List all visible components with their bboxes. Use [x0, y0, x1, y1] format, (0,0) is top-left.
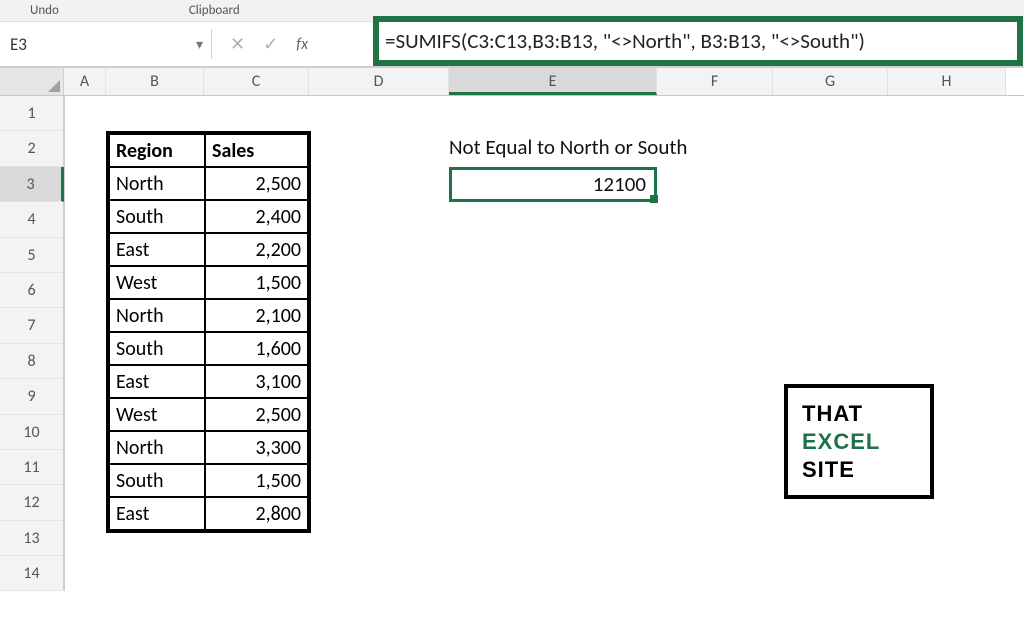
col-header-F[interactable]: F	[657, 68, 773, 95]
fx-icon[interactable]: fx	[296, 35, 308, 54]
table-row: East2,800	[109, 497, 308, 530]
enter-icon[interactable]: ✓	[263, 33, 278, 55]
col-header-G[interactable]: G	[773, 68, 888, 95]
col-header-D[interactable]: D	[309, 68, 449, 95]
table-cell-sales[interactable]: 3,100	[205, 365, 308, 398]
row-header-1[interactable]: 1	[0, 96, 64, 131]
table-cell-sales[interactable]: 2,200	[205, 233, 308, 266]
table-cell-region[interactable]: South	[109, 332, 205, 365]
formula-highlight-box: =SUMIFS(C3:C13,B3:B13, "<>North", B3:B13…	[373, 16, 1023, 66]
table-row: RegionSales	[109, 134, 308, 167]
table-cell-region[interactable]: North	[109, 299, 205, 332]
row-header-2[interactable]: 2	[0, 131, 64, 166]
select-all-corner[interactable]	[0, 68, 64, 95]
table-cell-sales[interactable]: 2,500	[205, 167, 308, 200]
table-cell-region[interactable]: South	[109, 200, 205, 233]
row-header-8[interactable]: 8	[0, 344, 64, 379]
data-table: RegionSalesNorth2,500South2,400East2,200…	[106, 131, 311, 533]
table-cell-region[interactable]: West	[109, 398, 205, 431]
table-row: West2,500	[109, 398, 308, 431]
chevron-down-icon[interactable]: ▾	[196, 36, 203, 53]
row-header-9[interactable]: 9	[0, 379, 64, 414]
table-row: East3,100	[109, 365, 308, 398]
grid-area: A B C D E F G H 1234567891011121314 Regi…	[0, 68, 1024, 591]
formula-bar-text[interactable]: =SUMIFS(C3:C13,B3:B13, "<>North", B3:B13…	[385, 28, 865, 54]
row-header-12[interactable]: 12	[0, 485, 64, 520]
table-cell-sales[interactable]: 2,100	[205, 299, 308, 332]
col-header-E[interactable]: E	[449, 68, 657, 95]
table-row: South1,600	[109, 332, 308, 365]
row-header-4[interactable]: 4	[0, 202, 64, 237]
column-headers: A B C D E F G H	[0, 68, 1024, 96]
row-header-14[interactable]: 14	[0, 556, 64, 591]
col-header-B[interactable]: B	[106, 68, 204, 95]
table-row: South2,400	[109, 200, 308, 233]
table-row: North2,100	[109, 299, 308, 332]
col-header-H[interactable]: H	[888, 68, 1006, 95]
table-row: North2,500	[109, 167, 308, 200]
row-header-11[interactable]: 11	[0, 450, 64, 485]
logo-box: THAT EXCEL SITE	[784, 384, 934, 499]
table-row: East2,200	[109, 233, 308, 266]
ribbon-clipboard-group-label: Clipboard	[89, 3, 270, 18]
formula-bar-row: E3 ▾ ✕ ✓ fx =SUMIFS(C3:C13,B3:B13, "<>No…	[0, 22, 1024, 68]
formula-bar-icons: ✕ ✓ fx	[212, 33, 326, 55]
result-label: Not Equal to North or South	[449, 134, 687, 160]
name-box-value: E3	[10, 34, 196, 55]
table-cell-region[interactable]: East	[109, 233, 205, 266]
table-cell-region[interactable]: West	[109, 266, 205, 299]
col-header-C[interactable]: C	[204, 68, 309, 95]
table-cell-region[interactable]: East	[109, 497, 205, 530]
row-header-13[interactable]: 13	[0, 521, 64, 556]
row-header-3[interactable]: 3	[0, 167, 64, 202]
table-cell-sales[interactable]: 2,500	[205, 398, 308, 431]
table-cell-sales[interactable]: 1,500	[205, 266, 308, 299]
name-box[interactable]: E3 ▾	[2, 29, 212, 59]
active-cell-E3[interactable]: 12100	[449, 167, 657, 203]
table-cell-sales[interactable]: 2,800	[205, 497, 308, 530]
logo-line-3: SITE	[802, 457, 930, 483]
table-header-sales[interactable]: Sales	[205, 134, 308, 167]
row-header-7[interactable]: 7	[0, 308, 64, 343]
table-row: South1,500	[109, 464, 308, 497]
table-header-region[interactable]: Region	[109, 134, 205, 167]
gridline-edge	[64, 96, 65, 591]
row-headers: 1234567891011121314	[0, 96, 64, 591]
table-cell-region[interactable]: East	[109, 365, 205, 398]
row-header-5[interactable]: 5	[0, 238, 64, 273]
sheet-body[interactable]: RegionSalesNorth2,500South2,400East2,200…	[64, 96, 1024, 591]
table-row: West1,500	[109, 266, 308, 299]
table-cell-sales[interactable]: 3,300	[205, 431, 308, 464]
table-cell-sales[interactable]: 1,500	[205, 464, 308, 497]
col-header-A[interactable]: A	[64, 68, 106, 95]
active-cell-value: 12100	[593, 171, 646, 197]
table-row: North3,300	[109, 431, 308, 464]
table-cell-region[interactable]: South	[109, 464, 205, 497]
table-cell-region[interactable]: North	[109, 167, 205, 200]
table-cell-sales[interactable]: 1,600	[205, 332, 308, 365]
table-cell-region[interactable]: North	[109, 431, 205, 464]
row-header-6[interactable]: 6	[0, 273, 64, 308]
ribbon-undo-group-label: Undo	[0, 3, 89, 18]
logo-line-1: THAT	[802, 401, 930, 427]
row-header-10[interactable]: 10	[0, 415, 64, 450]
table-cell-sales[interactable]: 2,400	[205, 200, 308, 233]
logo-line-2: EXCEL	[802, 429, 930, 455]
cancel-icon[interactable]: ✕	[230, 33, 245, 55]
